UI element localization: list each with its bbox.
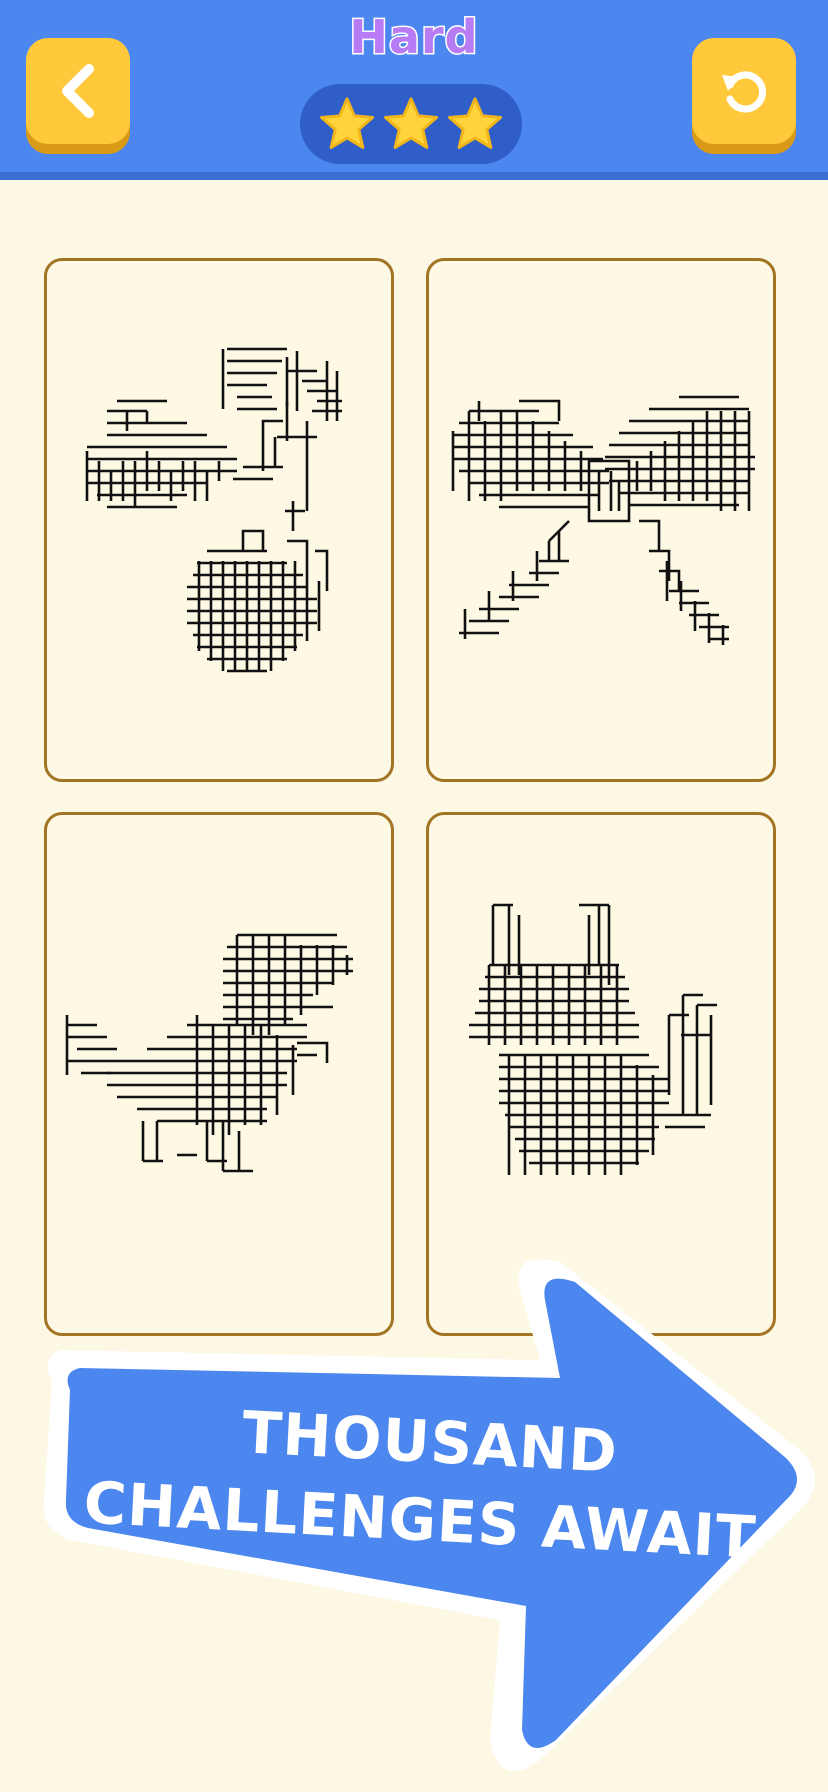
restart-button[interactable] [692, 38, 796, 144]
star-icon [447, 97, 503, 149]
star-icon [383, 97, 439, 149]
stars-rating [300, 84, 522, 164]
restart-icon [722, 71, 766, 113]
top-bar: Hard [0, 0, 828, 180]
bow-maze-image [451, 395, 755, 645]
puzzle-card-bow[interactable] [426, 258, 776, 782]
puzzle-card-cherries[interactable] [44, 258, 394, 782]
cherries-maze-image [85, 347, 342, 673]
star-icon [319, 97, 375, 149]
back-button[interactable] [26, 38, 130, 144]
chevron-left-icon [62, 64, 94, 118]
